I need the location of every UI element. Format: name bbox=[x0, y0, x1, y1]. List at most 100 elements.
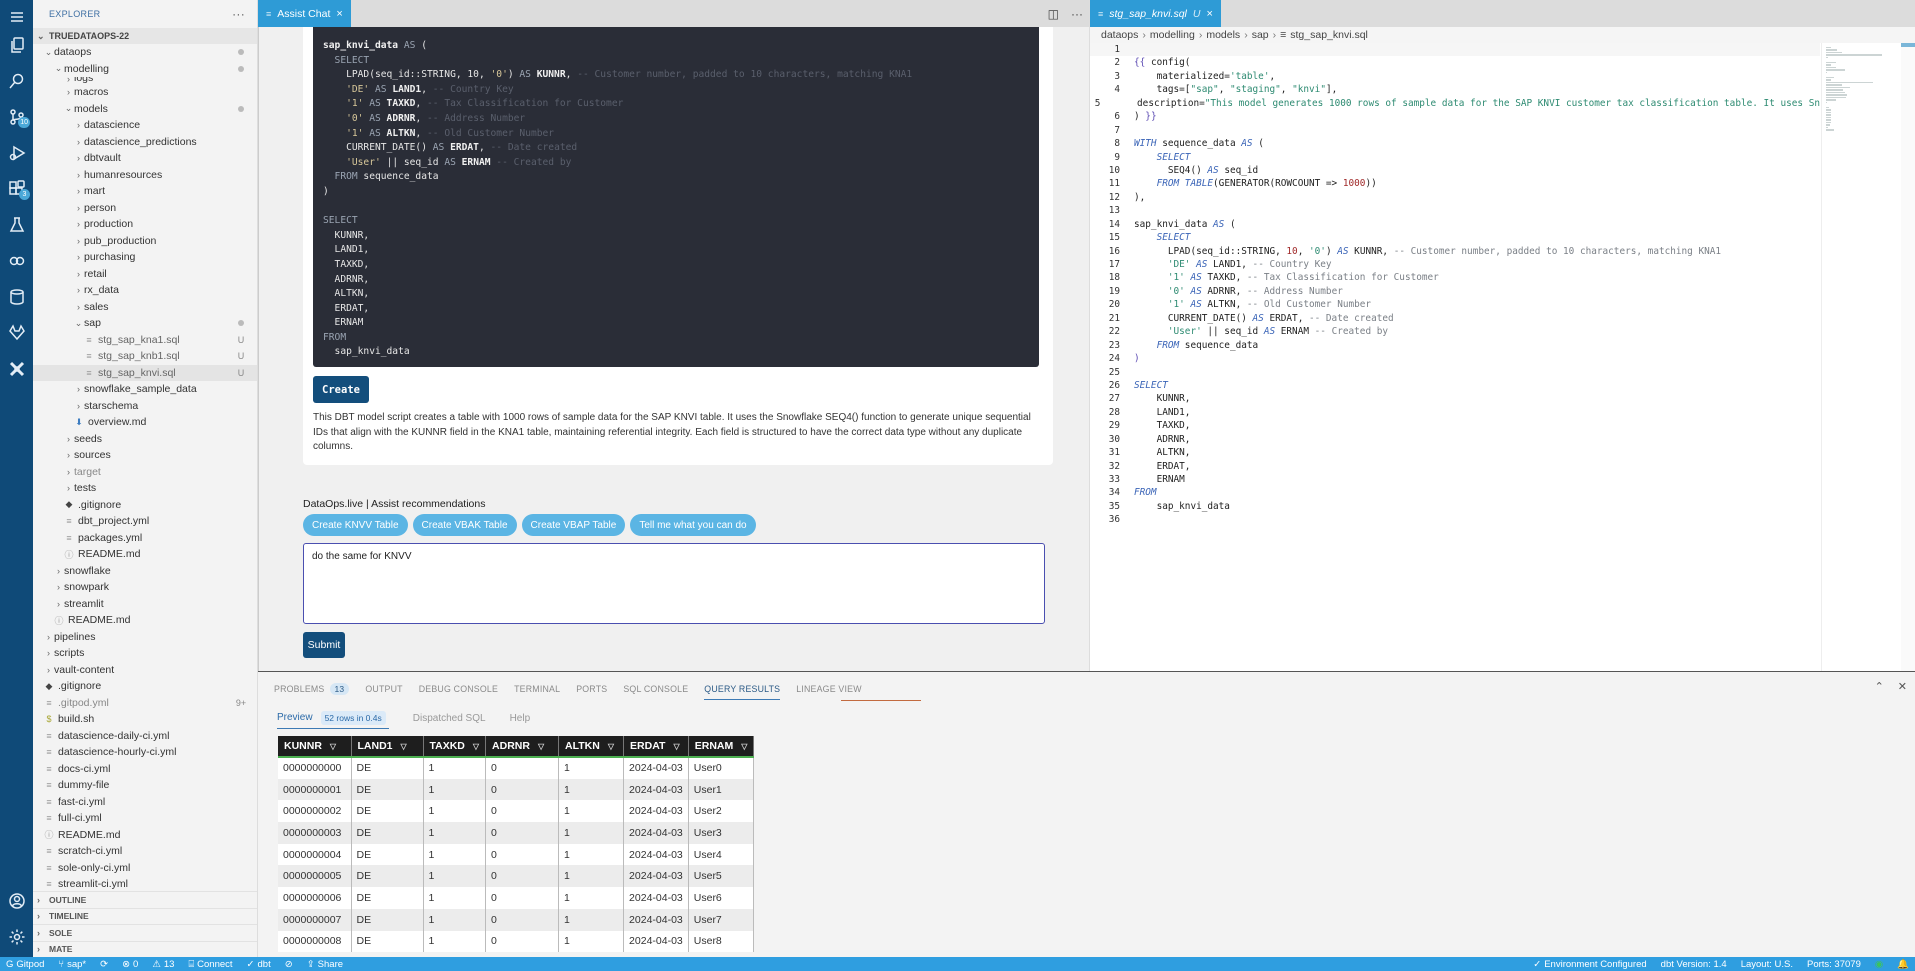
tree-item[interactable]: ≡ dummy-file bbox=[33, 777, 257, 794]
results-tab-help[interactable]: Help bbox=[510, 708, 531, 729]
create-button[interactable]: Create bbox=[313, 376, 369, 403]
column-header[interactable]: ERNAM ▽ bbox=[688, 736, 755, 758]
table-row[interactable]: 0000000000 DE 1 0 1 2024-04-03 User0 bbox=[278, 757, 755, 779]
section-timeline[interactable]: › TIMELINE bbox=[33, 907, 257, 924]
tree-item[interactable]: ≡ stg_sap_kna1.sql U bbox=[33, 332, 257, 349]
status-item[interactable]: ⌸ Connect bbox=[188, 959, 232, 970]
remote-button[interactable] bbox=[0, 244, 33, 277]
tree-item[interactable]: › purchasing bbox=[33, 249, 257, 266]
extensions-button[interactable]: 3 bbox=[0, 172, 33, 205]
submit-button[interactable]: Submit bbox=[303, 632, 345, 658]
more-actions-icon[interactable]: ··· bbox=[232, 7, 245, 21]
more-actions-icon[interactable]: ··· bbox=[1071, 7, 1083, 21]
tree-item[interactable]: ⬇ overview.md bbox=[33, 414, 257, 431]
breadcrumb-item[interactable]: stg_sap_knvi.sql bbox=[1290, 29, 1368, 41]
scrollbar-thumb[interactable] bbox=[1901, 43, 1915, 47]
table-row[interactable]: 0000000006 DE 1 0 1 2024-04-03 User6 bbox=[278, 887, 755, 909]
table-row[interactable]: 0000000003 DE 1 0 1 2024-04-03 User3 bbox=[278, 822, 755, 844]
status-item[interactable]: Ports: 37079 bbox=[1807, 959, 1861, 970]
column-header[interactable]: ALTKN ▽ bbox=[558, 736, 625, 758]
close-icon[interactable]: × bbox=[336, 8, 342, 20]
panel-tab-ports[interactable]: PORTS bbox=[576, 678, 607, 700]
gitlab-button[interactable] bbox=[0, 316, 33, 349]
table-row[interactable]: 0000000002 DE 1 0 1 2024-04-03 User2 bbox=[278, 800, 755, 823]
filter-icon[interactable]: ▽ bbox=[608, 742, 614, 751]
maximize-panel-icon[interactable]: ⌃ bbox=[1875, 680, 1884, 693]
results-tab-dispatched-sql[interactable]: Dispatched SQL bbox=[413, 708, 486, 729]
tree-item[interactable]: ≡ .gitpod.yml 9+ bbox=[33, 695, 257, 712]
column-header[interactable]: ADRNR ▽ bbox=[485, 736, 560, 758]
section-mate[interactable]: › MATE bbox=[33, 940, 257, 957]
tree-item[interactable]: ≡ stg_sap_knb1.sql U bbox=[33, 348, 257, 365]
tab-stg-sap-knvi[interactable]: ≡ stg_sap_knvi.sql U × bbox=[1090, 0, 1221, 27]
tree-item[interactable]: › snowflake bbox=[33, 563, 257, 580]
tree-item[interactable]: ≡ fast-ci.yml bbox=[33, 794, 257, 811]
tree-item[interactable]: › datascience bbox=[33, 117, 257, 134]
table-row[interactable]: 0000000007 DE 1 0 1 2024-04-03 User7 bbox=[278, 908, 755, 931]
results-tab-preview[interactable]: Preview 52 rows in 0.4s bbox=[277, 708, 389, 729]
tree-item[interactable]: › pipelines bbox=[33, 629, 257, 646]
vertical-scrollbar[interactable] bbox=[1901, 43, 1915, 671]
code-editor[interactable]: 1 2{{ config(3 materialized='table', 4 tag… bbox=[1090, 43, 1820, 671]
status-item[interactable]: ◉ bbox=[1875, 959, 1883, 970]
tree-item[interactable]: › snowflake_sample_data bbox=[33, 381, 257, 398]
chat-input[interactable]: do the same for KNVV bbox=[303, 543, 1045, 624]
tree-item[interactable]: › mart bbox=[33, 183, 257, 200]
panel-tab-problems[interactable]: PROBLEMS 13 bbox=[274, 678, 350, 700]
status-item[interactable]: ⚠ 13 bbox=[152, 959, 174, 970]
tree-item[interactable]: › seeds bbox=[33, 431, 257, 448]
tree-item[interactable]: › sources bbox=[33, 447, 257, 464]
filter-icon[interactable]: ▽ bbox=[473, 742, 479, 751]
tree-item[interactable]: › logs bbox=[33, 77, 257, 84]
status-item[interactable]: ⊗ 0 bbox=[122, 959, 138, 970]
split-editor-icon[interactable]: ◫ bbox=[1048, 7, 1059, 21]
panel-tab-query-results[interactable]: QUERY RESULTS bbox=[704, 678, 781, 700]
tree-item[interactable]: ◆ .gitignore bbox=[33, 678, 257, 695]
breadcrumb-item[interactable]: sap bbox=[1252, 29, 1269, 41]
tree-item[interactable]: › humanresources bbox=[33, 167, 257, 184]
workspace-root[interactable]: ⌄ TRUEDATAOPS-22 bbox=[33, 28, 257, 44]
tree-item[interactable]: › datascience_predictions bbox=[33, 134, 257, 151]
settings-gear-button[interactable] bbox=[0, 920, 33, 953]
panel-tab-output[interactable]: OUTPUT bbox=[365, 678, 402, 700]
tree-item[interactable]: ≡ datascience-daily-ci.yml bbox=[33, 728, 257, 745]
section-sole[interactable]: › SOLE bbox=[33, 924, 257, 941]
tree-item[interactable]: ≡ docs-ci.yml bbox=[33, 761, 257, 778]
tree-item[interactable]: ⌄ dataops bbox=[33, 44, 257, 61]
breadcrumb-item[interactable]: modelling bbox=[1150, 29, 1195, 41]
status-item[interactable]: ⇪ Share bbox=[307, 959, 343, 970]
table-row[interactable]: 0000000001 DE 1 0 1 2024-04-03 User1 bbox=[278, 778, 755, 801]
database-button[interactable] bbox=[0, 280, 33, 313]
status-item[interactable]: ✓ dbt bbox=[247, 959, 271, 970]
tree-item[interactable]: › production bbox=[33, 216, 257, 233]
panel-tab-terminal[interactable]: TERMINAL bbox=[514, 678, 560, 700]
tree-item[interactable]: ⌄ sap bbox=[33, 315, 257, 332]
tree-item[interactable]: $ build.sh bbox=[33, 711, 257, 728]
tree-item[interactable]: ⓘ README.md bbox=[33, 546, 257, 563]
section-outline[interactable]: › OUTLINE bbox=[33, 891, 257, 908]
tab-assist-chat[interactable]: ≡ Assist Chat × bbox=[258, 0, 351, 27]
table-row[interactable]: 0000000004 DE 1 0 1 2024-04-03 User4 bbox=[278, 843, 755, 866]
table-row[interactable]: 0000000008 DE 1 0 1 2024-04-03 User8 bbox=[278, 930, 755, 953]
tree-item[interactable]: ⓘ README.md bbox=[33, 827, 257, 844]
tree-item[interactable]: ≡ dbt_project.yml bbox=[33, 513, 257, 530]
column-header[interactable]: KUNNR ▽ bbox=[278, 736, 352, 758]
tree-item[interactable]: › dbtvault bbox=[33, 150, 257, 167]
status-item[interactable]: 🔔 bbox=[1897, 959, 1909, 970]
tree-item[interactable]: ≡ datascience-hourly-ci.yml bbox=[33, 744, 257, 761]
status-item[interactable]: ⊘ bbox=[285, 959, 293, 970]
close-panel-icon[interactable]: ✕ bbox=[1898, 680, 1907, 693]
tree-item[interactable]: ◆ .gitignore bbox=[33, 497, 257, 514]
recommendation-button[interactable]: Create KNVV Table bbox=[303, 514, 408, 536]
recommendation-button[interactable]: Tell me what you can do bbox=[630, 514, 756, 536]
minimap[interactable] bbox=[1821, 43, 1901, 671]
tree-item[interactable]: › retail bbox=[33, 266, 257, 283]
tree-item[interactable]: ≡ sole-only-ci.yml bbox=[33, 860, 257, 877]
recommendation-button[interactable]: Create VBAP Table bbox=[521, 514, 626, 536]
tree-item[interactable]: ⌄ modelling bbox=[33, 61, 257, 78]
tree-item[interactable]: › pub_production bbox=[33, 233, 257, 250]
filter-icon[interactable]: ▽ bbox=[741, 742, 747, 751]
column-header[interactable]: LAND1 ▽ bbox=[351, 736, 424, 758]
panel-tab-sql-console[interactable]: SQL CONSOLE bbox=[623, 678, 688, 700]
tree-item[interactable]: › macros bbox=[33, 84, 257, 101]
